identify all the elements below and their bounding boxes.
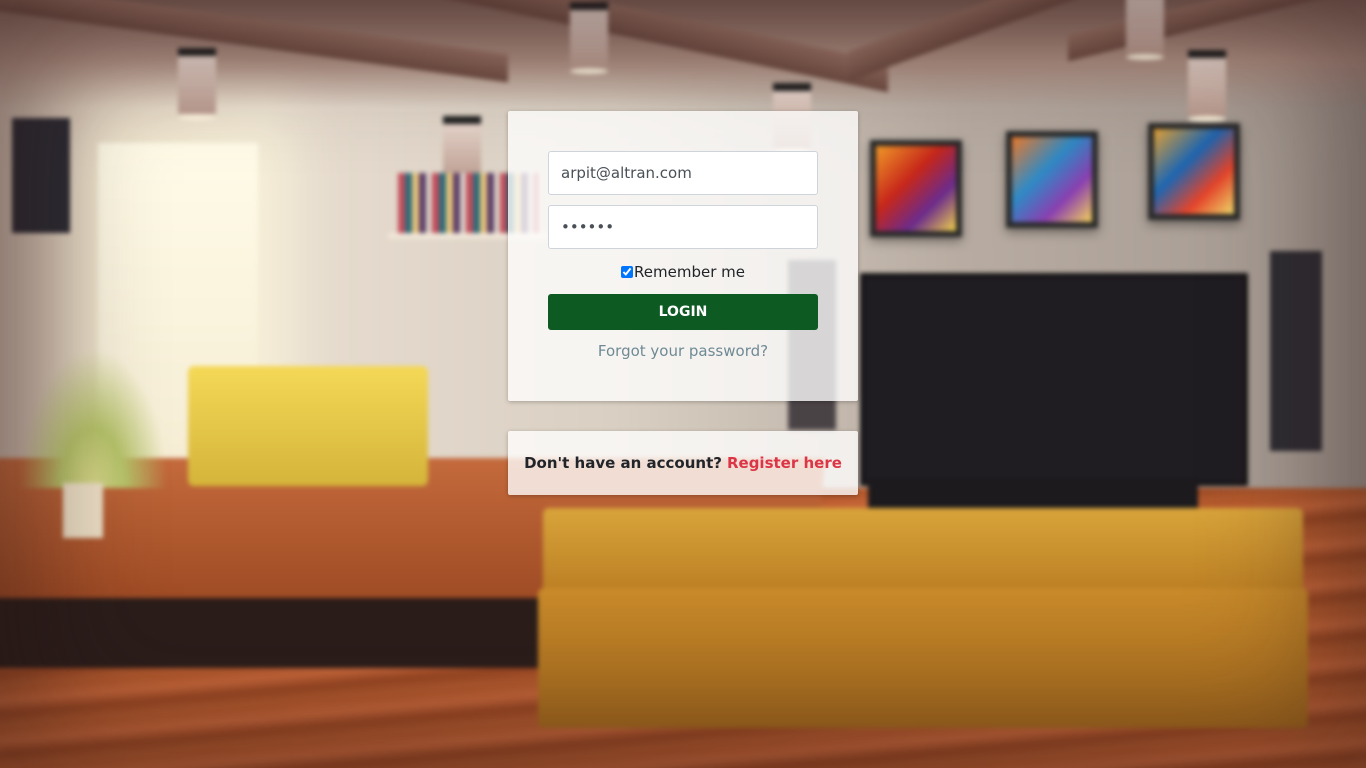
register-link[interactable]: Register here bbox=[727, 454, 842, 472]
login-card: Remember me LOGIN Forgot your password? bbox=[508, 111, 858, 401]
forgot-password-link[interactable]: Forgot your password? bbox=[548, 342, 818, 360]
remember-me-label[interactable]: Remember me bbox=[634, 263, 745, 281]
password-field[interactable] bbox=[548, 205, 818, 249]
email-field[interactable] bbox=[548, 151, 818, 195]
remember-me: Remember me bbox=[548, 263, 818, 281]
remember-me-checkbox[interactable] bbox=[621, 266, 634, 278]
register-card: Don't have an account? Register here bbox=[508, 431, 858, 495]
register-prompt: Don't have an account? Register here bbox=[524, 454, 842, 472]
login-button[interactable]: LOGIN bbox=[548, 294, 818, 330]
register-prompt-text: Don't have an account? bbox=[524, 454, 722, 472]
